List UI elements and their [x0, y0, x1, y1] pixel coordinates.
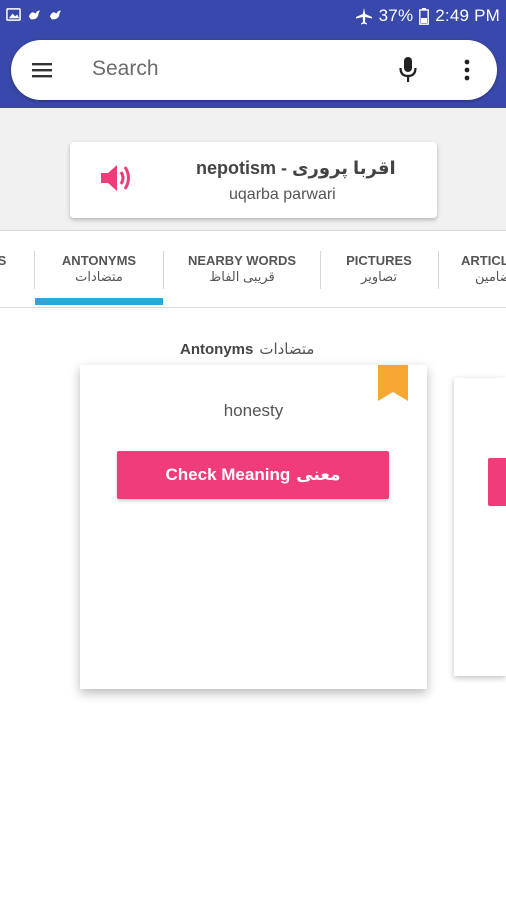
bird-icon	[49, 10, 62, 20]
section-title-urdu: متضادات	[259, 341, 315, 358]
status-bar: 37% 2:49 PM	[0, 0, 506, 32]
bookmark-icon[interactable]	[378, 365, 408, 401]
tab-nearby-words[interactable]: NEARBY WORDS قریبی الفاظ	[164, 231, 320, 307]
tab-bar: S ANTONYMS متضادات NEARBY WORDS قریبی ال…	[0, 230, 506, 308]
tab-antonyms[interactable]: ANTONYMS متضادات	[35, 231, 163, 307]
tab-label: ARTICL	[461, 253, 506, 268]
tab-label: PICTURES	[346, 253, 412, 268]
more-vert-icon[interactable]	[463, 58, 471, 82]
word-header-section: nepotism - اقربا پروری uqarba parwari	[0, 108, 506, 230]
image-icon	[6, 8, 21, 21]
app-header: 37% 2:49 PM Search	[0, 0, 506, 108]
next-check-meaning-button[interactable]	[488, 458, 506, 506]
tab-label: ANTONYMS	[61, 253, 137, 268]
mic-icon[interactable]	[397, 55, 419, 85]
section-title: Antonyms متضادات	[180, 341, 315, 358]
bird-icon	[28, 10, 41, 20]
word-card: nepotism - اقربا پروری uqarba parwari	[70, 142, 437, 218]
tab-label-urdu: متضادات	[75, 269, 123, 284]
battery-icon	[419, 7, 430, 25]
check-meaning-button[interactable]: Check Meaning معنی	[117, 451, 389, 499]
antonym-word: honesty	[223, 401, 284, 420]
tab-articles[interactable]: ARTICL مضامین	[439, 231, 506, 307]
tab-pictures[interactable]: PICTURES تصاویر	[321, 231, 437, 307]
check-meaning-urdu: معنی	[296, 465, 341, 484]
word-title: nepotism - اقربا پروری	[196, 158, 396, 178]
clock: 2:49 PM	[435, 6, 500, 25]
tab-label-urdu: مضامین	[475, 269, 506, 284]
word-transliteration: uqarba parwari	[229, 186, 336, 203]
search-bar[interactable]: Search	[11, 40, 497, 100]
search-input[interactable]: Search	[92, 57, 159, 81]
speaker-icon[interactable]	[98, 160, 134, 196]
tab-label-urdu: قریبی الفاظ	[209, 269, 275, 284]
airplane-icon	[355, 8, 372, 25]
tab-indicator	[35, 298, 163, 305]
battery-percent: 37%	[378, 6, 414, 25]
tab-synonyms[interactable]: S	[0, 231, 22, 307]
antonym-card: honesty Check Meaning معنی	[80, 365, 427, 689]
menu-icon[interactable]	[31, 59, 53, 81]
tab-label: NEARBY WORDS	[187, 253, 297, 268]
next-antonym-card[interactable]	[454, 378, 506, 676]
tab-label-urdu: تصاویر	[361, 269, 397, 284]
